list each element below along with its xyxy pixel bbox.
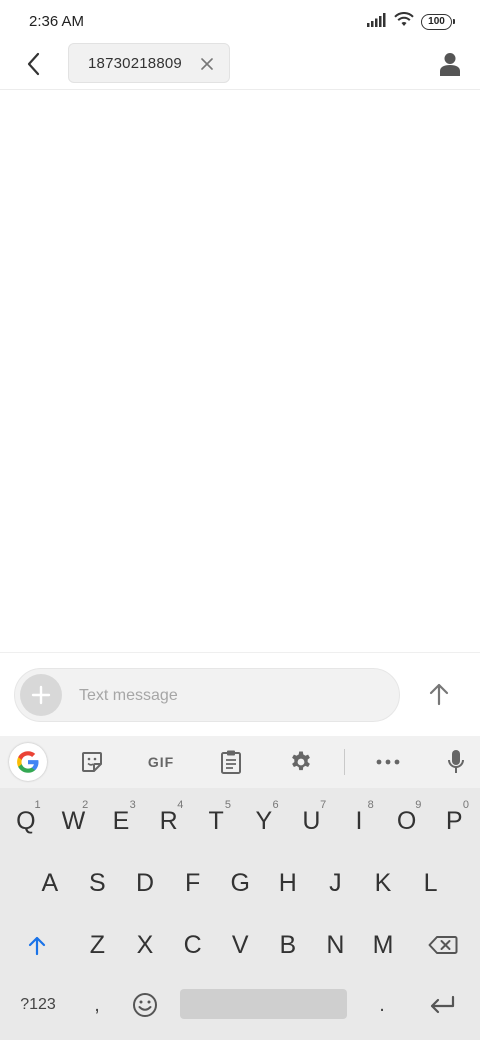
- key-x[interactable]: X: [121, 914, 169, 976]
- microphone-icon: [448, 750, 464, 773]
- more-options-button[interactable]: [368, 742, 408, 782]
- key-d[interactable]: D: [121, 852, 169, 914]
- remove-recipient-button[interactable]: [199, 56, 215, 72]
- key-q[interactable]: Q1: [2, 790, 50, 852]
- sticker-icon: [82, 752, 102, 772]
- recipient-number: 18730218809: [88, 54, 182, 72]
- key-r[interactable]: R4: [145, 790, 193, 852]
- attach-button[interactable]: [20, 674, 62, 716]
- key-y[interactable]: Y6: [240, 790, 288, 852]
- toolbar-divider: [344, 749, 345, 775]
- gif-label: GIF: [147, 754, 175, 770]
- key-s[interactable]: S: [74, 852, 122, 914]
- key-j[interactable]: J: [312, 852, 360, 914]
- backspace-key[interactable]: [408, 914, 478, 976]
- signal-icon: [367, 12, 387, 32]
- more-horizontal-icon: [376, 759, 400, 765]
- shift-arrow-icon: [28, 936, 46, 956]
- key-v[interactable]: V: [216, 914, 264, 976]
- clipboard-icon: [221, 750, 241, 774]
- comma-key[interactable]: ,: [73, 974, 121, 1036]
- arrow-up-icon: [429, 683, 449, 706]
- conversation-header: 18730218809: [0, 42, 480, 90]
- key-p[interactable]: P0: [430, 790, 478, 852]
- key-z[interactable]: Z: [74, 914, 122, 976]
- keyboard: GIF Q 1 W 2 E 3 R 4 T 5 Y 6 U 7 I 8 O 9 …: [0, 736, 480, 1040]
- backspace-icon: [428, 936, 458, 954]
- key-row-3: Z X C V B N M: [0, 914, 480, 976]
- send-button[interactable]: [422, 677, 456, 711]
- status-time: 2:36 AM: [29, 13, 85, 30]
- wifi-icon: [394, 12, 414, 32]
- key-f[interactable]: F: [169, 852, 217, 914]
- space-bar[interactable]: [180, 989, 347, 1019]
- plus-icon: [31, 685, 51, 705]
- key-h[interactable]: H: [264, 852, 312, 914]
- keyboard-toolbar: GIF: [0, 736, 480, 788]
- shift-key[interactable]: [2, 914, 72, 976]
- key-g[interactable]: G: [216, 852, 264, 914]
- emoji-key[interactable]: [121, 974, 169, 1036]
- enter-icon: [430, 995, 455, 1014]
- status-bar: 2:36 AM 100: [0, 0, 480, 42]
- add-contact-button[interactable]: [434, 48, 466, 80]
- google-search-button[interactable]: [9, 743, 47, 781]
- settings-button[interactable]: [281, 742, 321, 782]
- battery-icon: 100: [421, 14, 455, 30]
- key-row-2: A S D F G H J K L: [0, 852, 480, 914]
- enter-key[interactable]: [408, 974, 476, 1036]
- gear-icon: [292, 751, 310, 771]
- key-row-4: ?123 , .: [0, 974, 480, 1036]
- key-o[interactable]: O9: [383, 790, 431, 852]
- gif-button[interactable]: GIF: [141, 742, 181, 782]
- message-composer: [0, 652, 480, 736]
- back-arrow-icon: [27, 52, 40, 76]
- emoji-icon: [133, 993, 157, 1017]
- key-row-1: Q1 W2 E3 R4 T5 Y6 U7 I8 O9 P0: [0, 790, 480, 852]
- recipient-chip[interactable]: 18730218809: [68, 43, 230, 83]
- key-b[interactable]: B: [264, 914, 312, 976]
- back-button[interactable]: [18, 48, 50, 80]
- key-k[interactable]: K: [359, 852, 407, 914]
- key-e[interactable]: E3: [97, 790, 145, 852]
- clipboard-button[interactable]: [211, 742, 251, 782]
- google-g-icon: [17, 751, 39, 773]
- key-w[interactable]: W2: [50, 790, 98, 852]
- sticker-button[interactable]: [72, 742, 112, 782]
- key-n[interactable]: N: [312, 914, 360, 976]
- person-icon: [440, 53, 460, 76]
- key-l[interactable]: L: [407, 852, 455, 914]
- key-m[interactable]: M: [359, 914, 407, 976]
- status-icons: 100: [367, 12, 455, 32]
- message-input[interactable]: [79, 682, 379, 710]
- voice-input-button[interactable]: [436, 742, 476, 782]
- message-thread: [0, 91, 480, 652]
- key-t[interactable]: T5: [192, 790, 240, 852]
- message-input-container: [14, 668, 400, 722]
- key-a[interactable]: A: [26, 852, 74, 914]
- symbols-key[interactable]: ?123: [4, 974, 72, 1036]
- key-u[interactable]: U7: [288, 790, 336, 852]
- close-icon: [201, 58, 213, 70]
- key-i[interactable]: I8: [335, 790, 383, 852]
- key-c[interactable]: C: [169, 914, 217, 976]
- period-key[interactable]: .: [358, 974, 406, 1036]
